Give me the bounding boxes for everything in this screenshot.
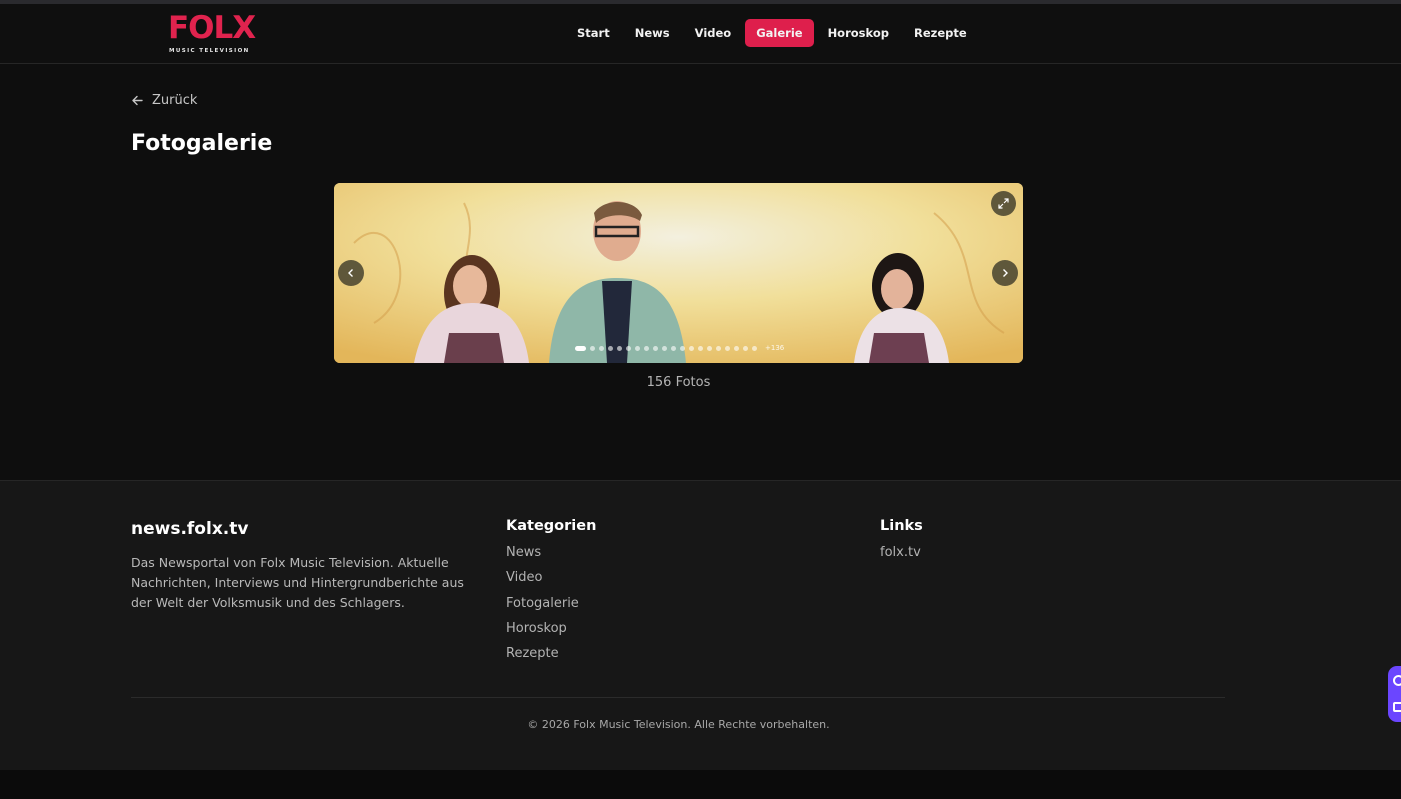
- footer-link-horoskop[interactable]: Horoskop: [506, 620, 596, 645]
- gallery-dot[interactable]: [707, 345, 712, 351]
- site-header: FOLX MUSIC TELEVISION Start News Video G…: [0, 4, 1401, 64]
- arrow-left-icon: [132, 95, 143, 106]
- gallery-dot[interactable]: [599, 345, 604, 351]
- gallery-dot[interactable]: [590, 345, 595, 351]
- categories-heading: Kategorien: [506, 518, 597, 534]
- footer-categories: Kategorien News Video Fotogalerie Horosk…: [506, 518, 596, 670]
- page-bottom-strip: [0, 770, 1401, 799]
- gallery-dot[interactable]: [734, 345, 739, 351]
- footer-link-video[interactable]: Video: [506, 569, 596, 594]
- gallery-dot[interactable]: [653, 345, 658, 351]
- gallery-more-count: +136: [765, 344, 785, 352]
- site-footer: news.folx.tv Das Newsportal von Folx Mus…: [0, 480, 1401, 770]
- links-heading: Links: [880, 518, 923, 534]
- nav-video[interactable]: Video: [684, 19, 743, 47]
- footer-link-news[interactable]: News: [506, 544, 596, 569]
- footer-description: Das Newsportal von Folx Music Television…: [131, 555, 464, 610]
- gallery-dot[interactable]: [626, 345, 631, 351]
- logo-subtitle: MUSIC TELEVISION: [169, 48, 250, 54]
- widget-edit-icon: [1393, 702, 1401, 712]
- photo-count: 156 Fotos: [646, 375, 711, 390]
- nav-start[interactable]: Start: [566, 19, 621, 47]
- gallery-prev-button[interactable]: [338, 260, 364, 286]
- nav-rezepte[interactable]: Rezepte: [903, 19, 978, 47]
- nav-galerie[interactable]: Galerie: [745, 19, 814, 47]
- gallery-dot[interactable]: [698, 345, 703, 351]
- gallery-dot[interactable]: [575, 345, 586, 351]
- back-link[interactable]: Zurück: [131, 93, 197, 108]
- footer-link-folx-tv[interactable]: folx.tv: [880, 544, 923, 569]
- expand-icon: [998, 198, 1009, 209]
- photo-gallery-slider[interactable]: +136: [334, 183, 1023, 363]
- chevron-right-icon: [1003, 269, 1008, 277]
- copyright-text: © 2026 Folx Music Television. Alle Recht…: [527, 718, 830, 731]
- gallery-next-button[interactable]: [992, 260, 1018, 286]
- gallery-dot[interactable]: [716, 345, 721, 351]
- folx-logo[interactable]: FOLX MUSIC TELEVISION: [168, 12, 256, 58]
- nav-news[interactable]: News: [624, 19, 681, 47]
- gallery-dot[interactable]: [743, 345, 748, 351]
- gallery-photo: [334, 183, 1023, 363]
- widget-circle-icon: [1393, 675, 1401, 686]
- footer-divider: [131, 697, 1225, 698]
- gallery-dot[interactable]: [689, 345, 694, 351]
- gallery-dot[interactable]: [608, 345, 613, 351]
- page-title: Fotogalerie: [131, 131, 273, 156]
- gallery-dot[interactable]: [680, 345, 685, 351]
- main-content: Zurück Fotogalerie +136 156 Fotos: [0, 65, 1401, 480]
- gallery-dot[interactable]: [635, 345, 640, 351]
- main-nav: Start News Video Galerie Horoskop Rezept…: [566, 19, 981, 47]
- footer-link-fotogalerie[interactable]: Fotogalerie: [506, 595, 596, 620]
- floating-widget-tab[interactable]: [1388, 666, 1401, 722]
- gallery-dot[interactable]: [617, 345, 622, 351]
- gallery-dot[interactable]: [725, 345, 730, 351]
- gallery-dot[interactable]: [662, 345, 667, 351]
- nav-horoskop[interactable]: Horoskop: [817, 19, 900, 47]
- gallery-pagination: +136: [575, 344, 784, 352]
- back-label: Zurück: [152, 93, 198, 108]
- chevron-left-icon: [348, 269, 353, 277]
- footer-brand: news.folx.tv: [131, 519, 249, 539]
- logo-wordmark: FOLX: [168, 10, 256, 46]
- gallery-dot[interactable]: [644, 345, 649, 351]
- footer-links: Links folx.tv: [880, 518, 923, 569]
- gallery-dot[interactable]: [671, 345, 676, 351]
- gallery-dot[interactable]: [752, 345, 757, 351]
- gallery-fullscreen-button[interactable]: [991, 191, 1016, 216]
- footer-link-rezepte[interactable]: Rezepte: [506, 645, 596, 670]
